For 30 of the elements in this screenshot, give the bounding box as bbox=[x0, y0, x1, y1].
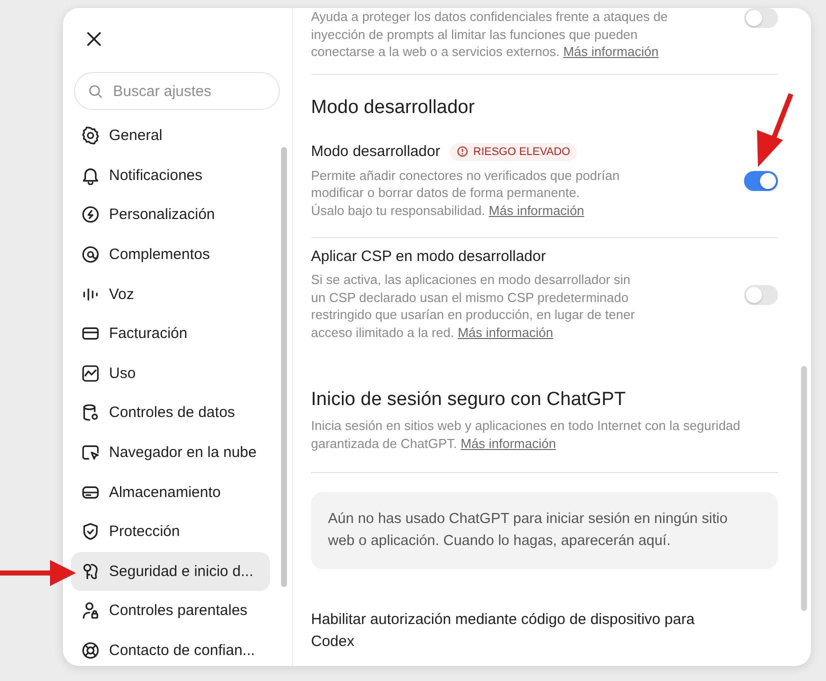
setting-description: Permite añadir conectores no verificados que podrían modificar o borrar datos de forma permanente. Úsalo bajo tu responsabilidad. Más información bbox=[311, 166, 621, 219]
empty-notice: Aún no has usado ChatGPT para iniciar sesión en ningún sitio web o aplicación. Cuando lo hagas, aparecerán aquí. bbox=[311, 492, 778, 569]
sidebar-item[interactable]: Almacenamiento bbox=[71, 472, 270, 512]
setting-description: Si se activa, las aplicaciones en modo desarrollador sin un CSP declarado usan el mismo CSP predeterminado restringido que usarían en producción, en lugar de tener acceso ilimitado a la red. Más información bbox=[311, 271, 636, 341]
sidebar-item[interactable]: Navegador en la nube bbox=[71, 432, 270, 472]
sidebar-item[interactable]: Personalización bbox=[71, 195, 270, 235]
learn-more-link[interactable]: Más información bbox=[458, 324, 554, 340]
section-description: Inicia sesión en sitios web y aplicaciones en todo Internet con la seguridad garantizada de ChatGPT. Más información bbox=[311, 417, 742, 452]
learn-more-link[interactable]: Más información bbox=[488, 202, 584, 218]
sidebar-item[interactable]: Notificaciones bbox=[71, 156, 270, 196]
setting-description: Ayuda a proteger los datos confidenciales frente a ataques de inyección de prompts al limitar las funciones que pueden conectarse a la web o a servicios externos. Más información bbox=[311, 8, 669, 60]
sidebar-item[interactable]: Contacto de confian... bbox=[71, 630, 270, 666]
search-field[interactable]: Buscar ajustes bbox=[74, 72, 280, 110]
sidebar-item[interactable]: Controles parentales bbox=[71, 591, 270, 631]
badge-label: RIESGO ELEVADO bbox=[473, 146, 570, 158]
sidebar-item[interactable]: Uso bbox=[71, 354, 270, 394]
sidebar-item[interactable]: Controles de datos bbox=[71, 393, 270, 433]
section-heading: Inicio de sesión seguro con ChatGPT bbox=[311, 389, 627, 411]
sidebar-item[interactable]: Facturación bbox=[71, 314, 270, 354]
learn-more-link[interactable]: Más información bbox=[563, 44, 659, 59]
setting-title: Habilitar autorización mediante código de dispositivo para Codex bbox=[311, 610, 696, 652]
learn-more-link[interactable]: Más información bbox=[460, 436, 556, 450]
sidebar-item[interactable]: Protección bbox=[71, 512, 270, 552]
sidebar-item[interactable]: General bbox=[71, 116, 270, 156]
section-heading: Modo desarrollador bbox=[311, 96, 476, 118]
setting-title: Modo desarrollador bbox=[311, 143, 440, 160]
setting-title: Aplicar CSP en modo desarrollador bbox=[311, 248, 546, 265]
sidebar-item[interactable]: Seguridad e inicio d... bbox=[71, 552, 270, 592]
sidebar-item[interactable]: Complementos bbox=[71, 234, 270, 274]
sidebar-item[interactable]: Voz bbox=[71, 274, 270, 314]
